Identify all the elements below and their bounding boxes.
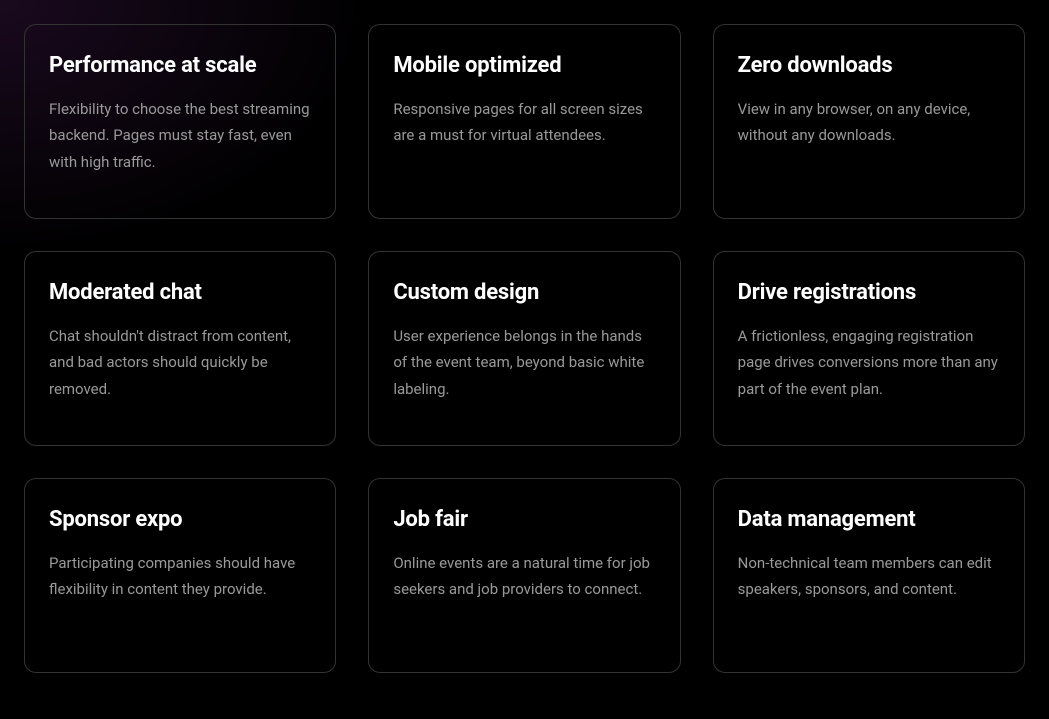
feature-desc: A frictionless, engaging registration pa… (738, 323, 1000, 402)
feature-desc: Online events are a natural time for job… (393, 550, 655, 603)
feature-card: Data management Non-technical team membe… (713, 478, 1025, 673)
feature-card: Mobile optimized Responsive pages for al… (368, 24, 680, 219)
feature-title: Zero downloads (738, 53, 1000, 78)
feature-title: Moderated chat (49, 280, 311, 305)
feature-card: Custom design User experience belongs in… (368, 251, 680, 446)
feature-card: Drive registrations A frictionless, enga… (713, 251, 1025, 446)
feature-title: Custom design (393, 280, 655, 305)
feature-title: Performance at scale (49, 53, 311, 78)
feature-card: Zero downloads View in any browser, on a… (713, 24, 1025, 219)
feature-card: Moderated chat Chat shouldn't distract f… (24, 251, 336, 446)
feature-card: Sponsor expo Participating companies sho… (24, 478, 336, 673)
feature-title: Mobile optimized (393, 53, 655, 78)
feature-desc: View in any browser, on any device, with… (738, 96, 1000, 149)
feature-title: Sponsor expo (49, 507, 311, 532)
feature-desc: User experience belongs in the hands of … (393, 323, 655, 402)
feature-card: Performance at scale Flexibility to choo… (24, 24, 336, 219)
feature-title: Job fair (393, 507, 655, 532)
feature-desc: Non-technical team members can edit spea… (738, 550, 1000, 603)
feature-card: Job fair Online events are a natural tim… (368, 478, 680, 673)
feature-grid: Performance at scale Flexibility to choo… (24, 24, 1025, 673)
feature-desc: Chat shouldn't distract from content, an… (49, 323, 311, 402)
feature-desc: Participating companies should have flex… (49, 550, 311, 603)
feature-desc: Responsive pages for all screen sizes ar… (393, 96, 655, 149)
feature-title: Drive registrations (738, 280, 1000, 305)
feature-desc: Flexibility to choose the best streaming… (49, 96, 311, 175)
feature-title: Data management (738, 507, 1000, 532)
